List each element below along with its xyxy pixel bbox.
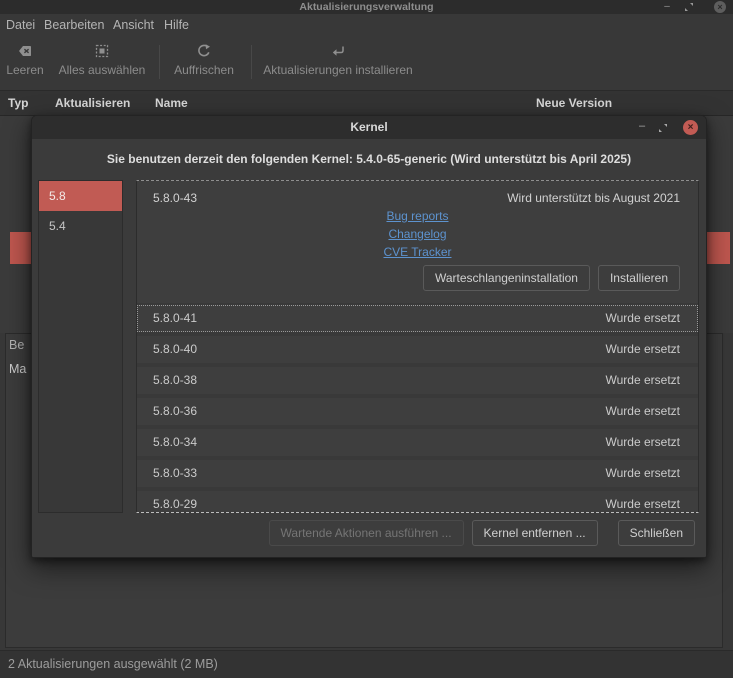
toolbar: Leeren Alles auswählen Auffrischen Aktua… — [0, 36, 733, 90]
column-typ[interactable]: Typ — [8, 91, 28, 115]
kernel-status: Wurde ersetzt — [605, 404, 680, 418]
clear-button-label: Leeren — [6, 63, 44, 77]
execute-pending-actions-button[interactable]: Wartende Aktionen ausführen ... — [268, 520, 464, 546]
queue-install-button[interactable]: Warteschlangeninstallation — [423, 265, 590, 291]
select-all-icon — [95, 44, 109, 58]
kernel-row-expanded[interactable]: 5.8.0-43 Wird unterstützt bis August 202… — [137, 181, 698, 303]
kernel-version-list[interactable]: 5.8.0-43 Wird unterstützt bis August 202… — [136, 180, 699, 513]
main-window-title: Aktualisierungsverwaltung — [299, 1, 434, 13]
kernel-series-list: 5.8 5.4 — [38, 180, 123, 513]
kernel-row[interactable]: 5.8.0-33 Wurde ersetzt — [137, 460, 698, 487]
kernel-version: 5.8.0-34 — [153, 435, 198, 449]
column-name[interactable]: Name — [155, 91, 188, 115]
kernel-version: 5.8.0-43 — [153, 191, 198, 205]
refresh-button-label: Auffrischen — [174, 63, 234, 77]
kernel-row[interactable]: 5.8.0-38 Wurde ersetzt — [137, 367, 698, 394]
menu-ansicht[interactable]: Ansicht — [113, 14, 154, 36]
column-aktualisieren[interactable]: Aktualisieren — [55, 91, 130, 115]
menu-datei[interactable]: Datei — [6, 14, 35, 36]
series-item-5-8[interactable]: 5.8 — [39, 181, 122, 211]
kernel-action-buttons: Warteschlangeninstallation Installieren — [423, 265, 680, 291]
minimize-icon[interactable]: – — [661, 0, 673, 14]
kernel-status: Wurde ersetzt — [605, 497, 680, 511]
restore-icon[interactable] — [658, 123, 670, 137]
select-all-button[interactable]: Alles auswählen — [52, 43, 152, 77]
changelog-link[interactable]: Changelog — [388, 227, 446, 241]
support-status: Wird unterstützt bis August 2021 — [507, 191, 680, 205]
kernel-row[interactable]: 5.8.0-40 Wurde ersetzt — [137, 336, 698, 363]
install-updates-icon — [332, 46, 344, 56]
column-neue-version[interactable]: Neue Version — [536, 91, 612, 115]
statusbar: 2 Aktualisierungen ausgewählt (2 MB) — [0, 650, 733, 678]
kernel-version: 5.8.0-29 — [153, 497, 198, 511]
menubar: Datei Bearbeiten Ansicht Hilfe — [0, 14, 733, 36]
statusbar-text: 2 Aktualisierungen ausgewählt (2 MB) — [8, 657, 218, 671]
kernel-version: 5.8.0-36 — [153, 404, 198, 418]
clear-button[interactable]: Leeren — [2, 43, 48, 77]
close-dialog-button[interactable]: Schließen — [617, 520, 695, 546]
description-panel-text: Ma — [9, 362, 27, 376]
kernel-row[interactable]: 5.8.0-36 Wurde ersetzt — [137, 398, 698, 425]
kernel-version: 5.8.0-38 — [153, 373, 198, 387]
menu-bearbeiten[interactable]: Bearbeiten — [44, 14, 104, 36]
kernel-status: Wurde ersetzt — [605, 466, 680, 480]
current-kernel-notice: Sie benutzen derzeit den folgenden Kerne… — [106, 152, 632, 166]
dialog-title: Kernel — [350, 120, 388, 134]
kernel-status: Wurde ersetzt — [605, 373, 680, 387]
kernel-status: Wurde ersetzt — [605, 435, 680, 449]
dialog-footer: Wartende Aktionen ausführen ... Kernel e… — [32, 520, 695, 546]
kernel-row[interactable]: 5.8.0-41 Wurde ersetzt — [137, 305, 698, 332]
main-titlebar: Aktualisierungsverwaltung – × — [0, 0, 733, 14]
description-panel-label: Be — [9, 338, 25, 352]
updates-table-header: Typ Aktualisieren Name Neue Version — [0, 90, 733, 116]
bug-reports-link[interactable]: Bug reports — [386, 209, 448, 223]
dialog-titlebar[interactable]: Kernel – × — [32, 116, 706, 139]
kernel-version: 5.8.0-33 — [153, 466, 198, 480]
series-item-5-4[interactable]: 5.4 — [39, 211, 122, 241]
kernel-row[interactable]: 5.8.0-34 Wurde ersetzt — [137, 429, 698, 456]
refresh-icon — [198, 44, 210, 57]
menu-hilfe[interactable]: Hilfe — [164, 14, 189, 36]
toolbar-separator — [159, 45, 160, 79]
kernel-dialog: Kernel – × Sie benutzen derzeit den folg… — [31, 115, 707, 558]
close-icon[interactable]: × — [714, 1, 726, 13]
select-all-button-label: Alles auswählen — [58, 63, 146, 77]
cve-tracker-link[interactable]: CVE Tracker — [383, 245, 451, 259]
kernel-links: Bug reports Changelog CVE Tracker — [137, 209, 698, 259]
kernel-status: Wurde ersetzt — [605, 342, 680, 356]
kernel-rows: 5.8.0-41 Wurde ersetzt 5.8.0-40 Wurde er… — [137, 305, 698, 512]
kernel-version: 5.8.0-40 — [153, 342, 198, 356]
close-icon[interactable]: × — [683, 120, 698, 135]
refresh-button[interactable]: Auffrischen — [167, 43, 241, 77]
install-button[interactable]: Installieren — [597, 265, 680, 291]
clear-icon — [19, 46, 31, 56]
remove-kernel-button[interactable]: Kernel entfernen ... — [471, 520, 598, 546]
kernel-status: Wurde ersetzt — [605, 311, 680, 325]
kernel-version: 5.8.0-41 — [153, 311, 198, 325]
kernel-row[interactable]: 5.8.0-29 Wurde ersetzt — [137, 491, 698, 512]
minimize-icon[interactable]: – — [636, 120, 648, 134]
install-updates-button-label: Aktualisierungen installieren — [263, 63, 413, 77]
install-updates-button[interactable]: Aktualisierungen installieren — [259, 43, 417, 77]
toolbar-separator — [251, 45, 252, 79]
